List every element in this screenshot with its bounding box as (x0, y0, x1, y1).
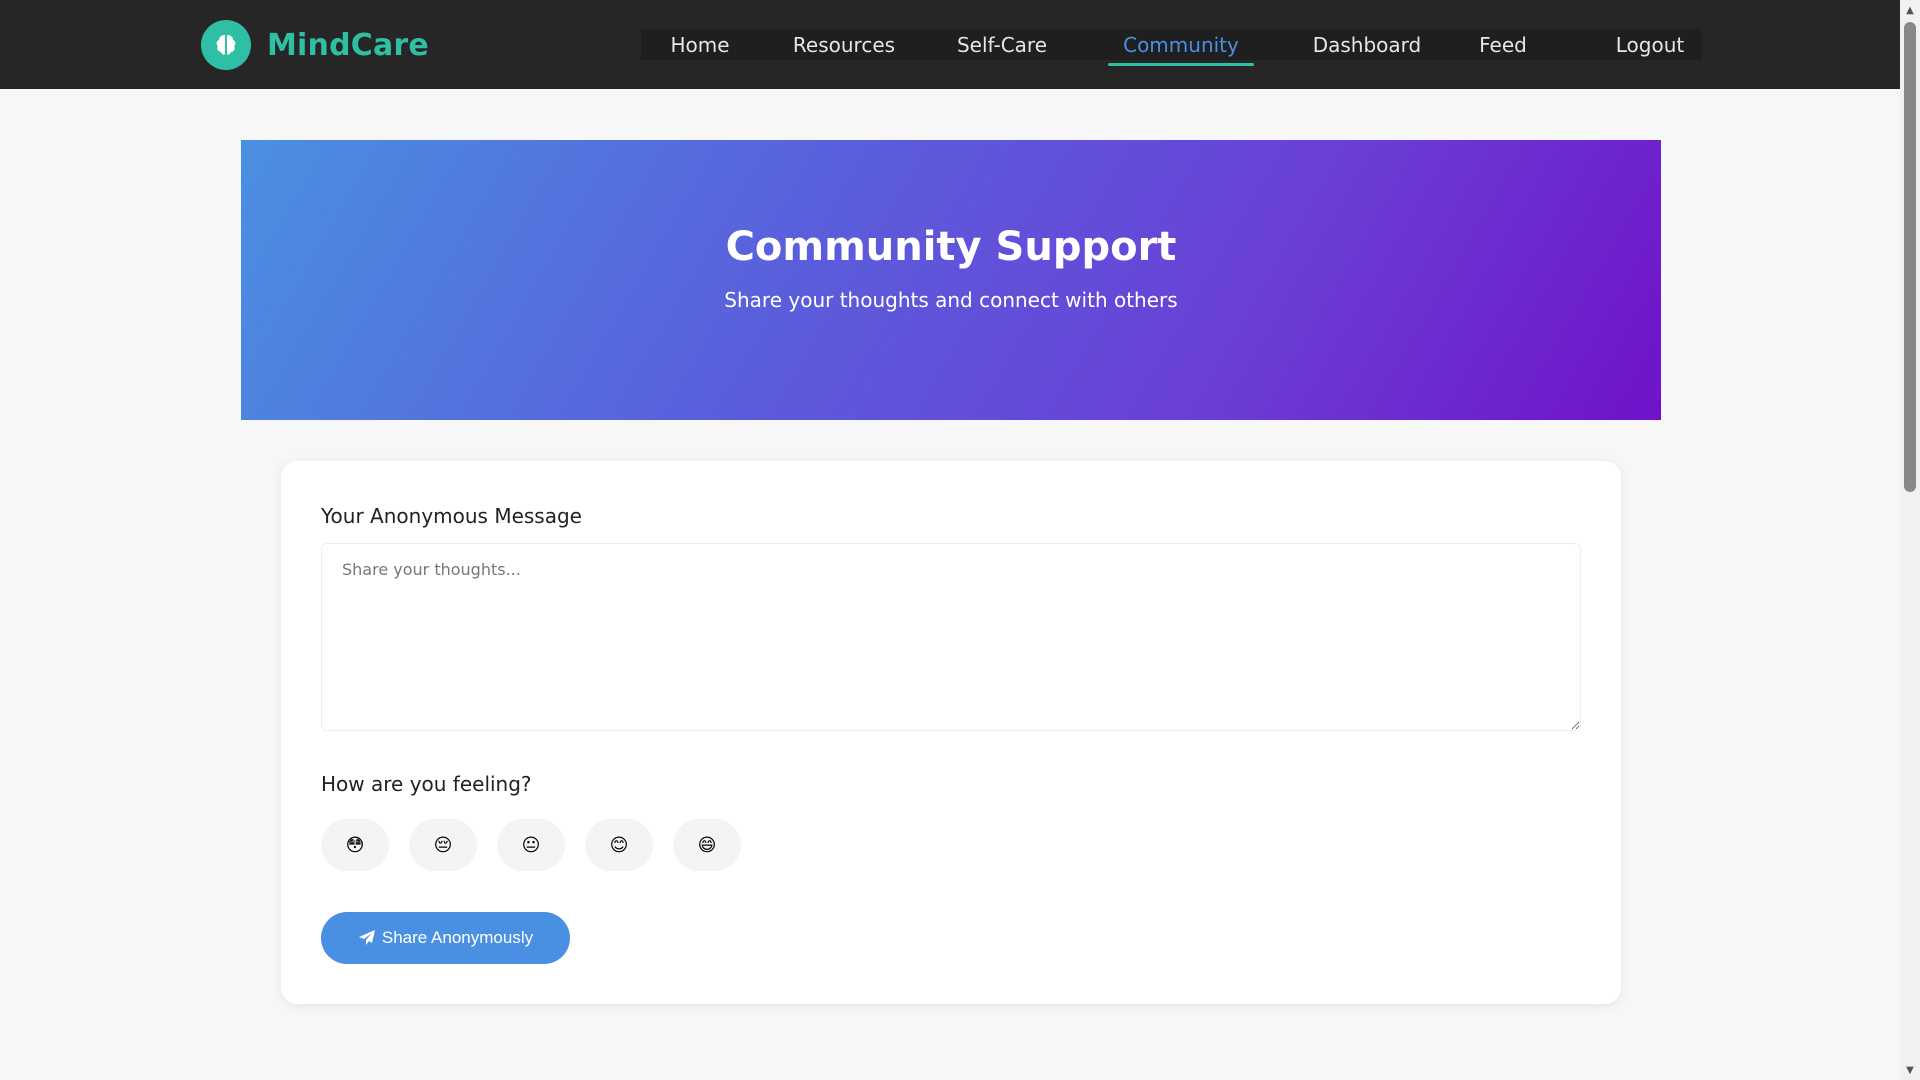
mood-button-neutral[interactable]: 😐 (497, 819, 565, 871)
mood-button-flushed[interactable]: 😳 (321, 819, 389, 871)
brain-icon (201, 20, 251, 70)
nav-item-community[interactable]: Community (1108, 29, 1254, 66)
nav-item-logout[interactable]: Logout (1609, 29, 1691, 60)
page-subtitle: Share your thoughts and connect with oth… (724, 288, 1178, 312)
page-title: Community Support (725, 224, 1177, 270)
share-anonymously-button[interactable]: Share Anonymously (321, 912, 570, 964)
main-nav: Home Resources Self-Care Community Dashb… (641, 29, 1702, 66)
nav-item-home[interactable]: Home (661, 29, 739, 60)
scroll-down-arrow-icon[interactable]: ▼ (1900, 1060, 1920, 1080)
scrollbar-thumb[interactable] (1904, 22, 1916, 492)
post-form-card: Your Anonymous Message How are you feeli… (281, 461, 1621, 1004)
brand-name: MindCare (267, 27, 429, 63)
page: MindCare Home Resources Self-Care Commun… (0, 0, 1900, 1080)
message-label: Your Anonymous Message (321, 504, 582, 528)
mood-selector: 😳 😔 😐 😊 😄 (321, 819, 761, 871)
message-textarea[interactable] (321, 543, 1581, 731)
vertical-scrollbar[interactable]: ▲ ▼ (1900, 0, 1920, 1080)
share-button-label: Share Anonymously (381, 928, 534, 947)
hero-banner: Community Support Share your thoughts an… (241, 140, 1661, 420)
top-navbar: MindCare Home Resources Self-Care Commun… (0, 0, 1900, 89)
feeling-label: How are you feeling? (321, 772, 532, 796)
mood-button-happy[interactable]: 😄 (673, 819, 741, 871)
brand[interactable]: MindCare (201, 20, 429, 70)
paper-plane-icon (358, 929, 376, 947)
nav-item-self-care[interactable]: Self-Care (950, 29, 1054, 60)
mood-button-sad[interactable]: 😔 (409, 819, 477, 871)
viewport: MindCare Home Resources Self-Care Commun… (0, 0, 1920, 1080)
nav-item-dashboard[interactable]: Dashboard (1307, 29, 1427, 60)
mood-button-smile[interactable]: 😊 (585, 819, 653, 871)
nav-item-resources[interactable]: Resources (783, 29, 905, 60)
scroll-up-arrow-icon[interactable]: ▲ (1900, 0, 1920, 20)
nav-item-feed[interactable]: Feed (1473, 29, 1533, 60)
